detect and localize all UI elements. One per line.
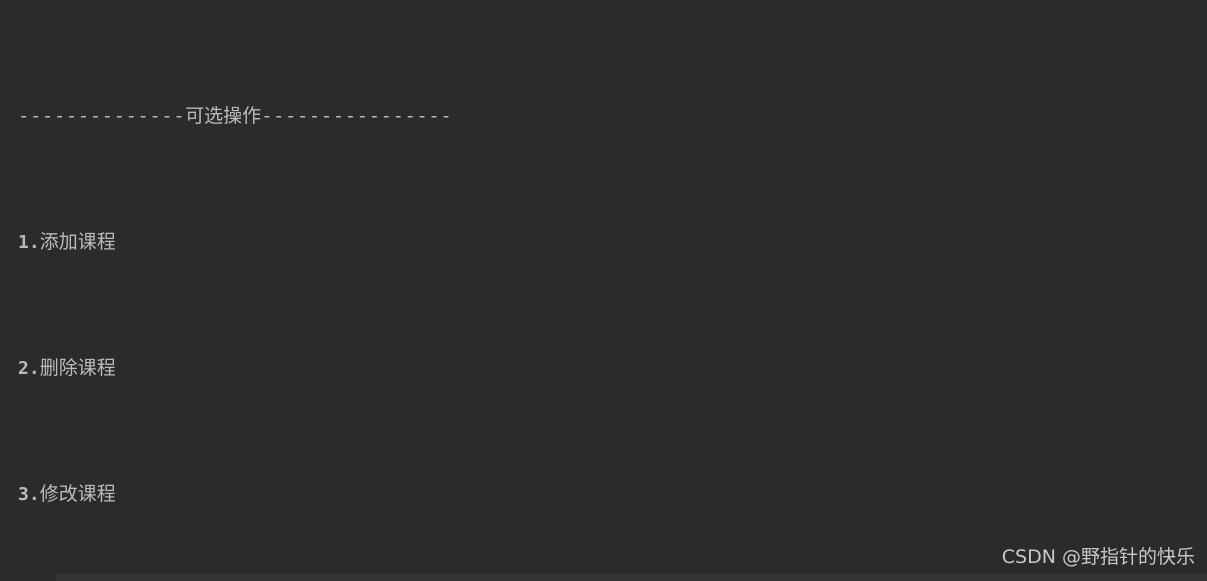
header-rule-right: ---------------- [261,104,453,127]
menu-item-2-label: 删除课程 [39,356,116,379]
horizontal-scrollbar-thumb[interactable] [0,573,56,581]
header-rule-left: -------------- [18,104,186,127]
menu-item-2-key: 2. [18,357,40,379]
console-output-panel[interactable]: --------------可选操作---------------- 1.添加课… [0,0,1207,581]
menu-item-3-label: 修改课程 [39,482,116,505]
horizontal-scrollbar-track[interactable] [0,573,1207,581]
menu-item-1: 1.添加课程 [18,227,1207,259]
menu-item-1-key: 1. [18,231,40,253]
console-text-area: --------------可选操作---------------- 1.添加课… [18,6,1207,581]
menu-item-3: 3.修改课程 [18,479,1207,511]
menu-item-2: 2.删除课程 [18,353,1207,385]
menu-item-3-key: 3. [18,483,40,505]
csdn-watermark: CSDN @野指针的快乐 [1001,545,1195,568]
header-title: 可选操作 [185,104,262,127]
menu-item-1-label: 添加课程 [39,230,116,253]
section-header-line: --------------可选操作---------------- [18,101,1207,133]
